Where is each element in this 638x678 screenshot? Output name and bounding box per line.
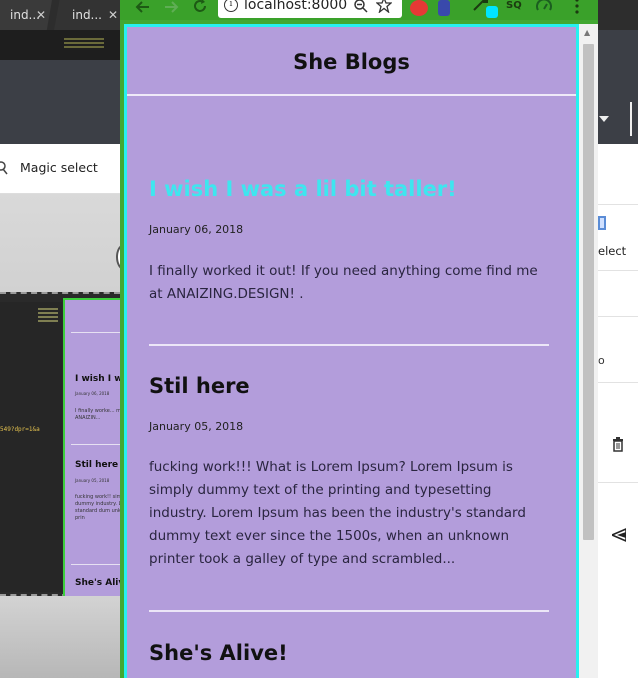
trash-icon[interactable] [612, 436, 624, 452]
post-1: I wish I was a lil bit taller! [149, 177, 549, 201]
background-tab-2[interactable]: ind... ✕ [54, 0, 124, 30]
mini-post-title-1: I wish I w [75, 374, 123, 384]
background-bottom-area [0, 596, 120, 678]
bookmark-star-icon[interactable] [376, 0, 392, 13]
post-excerpt: fucking work!!! What is Lorem Ipsum? Lor… [149, 459, 526, 567]
extension-speed-icon[interactable] [536, 0, 552, 12]
panel-row-divider [598, 204, 638, 205]
background-right-dark [598, 30, 638, 144]
preview-code-snippet: 549?dpr=1&a [0, 426, 40, 433]
post-2-excerpt-wrap: fucking work!!! What is Lorem Ipsum? Lor… [149, 456, 549, 571]
mini-post-body-2: fucking work!! simply dummy industry. Lo… [75, 494, 123, 521]
blog-page: She Blogs I wish I was a lil bit taller!… [124, 24, 579, 678]
browser-toolbar: i localhost:8000 SQ [120, 0, 598, 20]
info-icon[interactable]: i [224, 0, 238, 12]
post-title[interactable]: Stil here [149, 374, 549, 398]
post-3: She's Alive! [149, 641, 549, 665]
site-title[interactable]: She Blogs [127, 50, 576, 74]
panel-row-divider [598, 382, 638, 383]
browser-window: i localhost:8000 SQ She Blogs I wish I w… [120, 0, 598, 678]
close-icon[interactable]: ✕ [108, 0, 118, 30]
close-icon[interactable]: ✕ [36, 0, 46, 30]
preview-mini-page: I wish I w January 06, 2018 I finally wo… [63, 298, 123, 598]
preview-dark-editor [0, 302, 62, 592]
post-date: January 05, 2018 [149, 420, 244, 433]
panel-small-text: o [598, 354, 605, 367]
mini-post-title-2: Stil here [75, 460, 119, 470]
mini-post-body-1: I finally worke... me at ANAIZIN... [75, 408, 123, 421]
reload-icon[interactable] [192, 0, 208, 14]
background-dark-band [0, 60, 120, 144]
scroll-up-icon[interactable]: ▲ [584, 28, 590, 37]
mini-header-line [71, 332, 123, 333]
header-divider [127, 94, 576, 96]
post-excerpt: I finally worked it out! If you need any… [149, 263, 538, 302]
chevron-down-icon[interactable] [599, 116, 609, 122]
post-title[interactable]: I wish I was a lil bit taller! [149, 177, 549, 201]
post-date: January 06, 2018 [149, 223, 244, 236]
back-arrow-icon[interactable] [134, 0, 150, 14]
mini-separator-1 [71, 444, 123, 445]
panel-row-divider [598, 482, 638, 483]
background-screenshot-preview: 549?dpr=1&a I wish I w January 06, 2018 … [0, 292, 123, 598]
zoom-icon[interactable] [354, 0, 368, 13]
extension-opera-icon[interactable] [410, 0, 428, 16]
magic-select-label[interactable]: Magic select [20, 160, 98, 175]
panel-row-divider [598, 270, 638, 271]
forward-arrow-icon[interactable] [164, 0, 180, 14]
post-separator [149, 610, 549, 612]
select-label[interactable]: elect [598, 244, 626, 258]
post-1-excerpt-wrap: I finally worked it out! If you need any… [149, 260, 549, 306]
background-code-lines [64, 38, 104, 58]
extension-bookmark-icon[interactable] [438, 0, 450, 16]
scrollbar-thumb[interactable] [583, 44, 594, 540]
post-title[interactable]: She's Alive! [149, 641, 549, 665]
menu-dots-icon[interactable] [574, 0, 580, 14]
page-scrollbar[interactable]: ▲ [579, 24, 598, 678]
triangle-icon[interactable] [612, 528, 626, 542]
browser-viewport: She Blogs I wish I was a lil bit taller!… [124, 24, 598, 678]
background-tab-2-label: ind... [72, 8, 102, 22]
mini-post-title-3: She's Aliv [75, 578, 123, 588]
post-2-date-wrap: January 05, 2018 [149, 420, 549, 433]
background-toolbar: Magic select [0, 144, 120, 194]
post-separator [149, 344, 549, 346]
background-right-panel: elect o [598, 144, 638, 678]
extension-sq-icon[interactable]: SQ [506, 0, 524, 16]
post-2: Stil here [149, 374, 549, 398]
mini-post-date-1: January 06, 2018 [75, 391, 110, 396]
post-1-date-wrap: January 06, 2018 [149, 223, 549, 236]
mini-separator-2 [71, 564, 123, 565]
extension-color-swatch-icon[interactable] [486, 6, 498, 18]
magnifier-icon[interactable] [0, 161, 8, 175]
panel-row-divider [598, 316, 638, 317]
url-text[interactable]: localhost:8000 [244, 0, 347, 13]
background-tab-1[interactable]: ind... ✕ [0, 0, 52, 30]
preview-code-lines [38, 308, 58, 324]
address-bar[interactable]: i localhost:8000 [218, 0, 402, 18]
site-header: She Blogs [127, 27, 576, 95]
select-icon[interactable] [598, 216, 606, 230]
mini-post-date-2: January 05, 2018 [75, 478, 110, 483]
background-right-divider [630, 102, 632, 136]
